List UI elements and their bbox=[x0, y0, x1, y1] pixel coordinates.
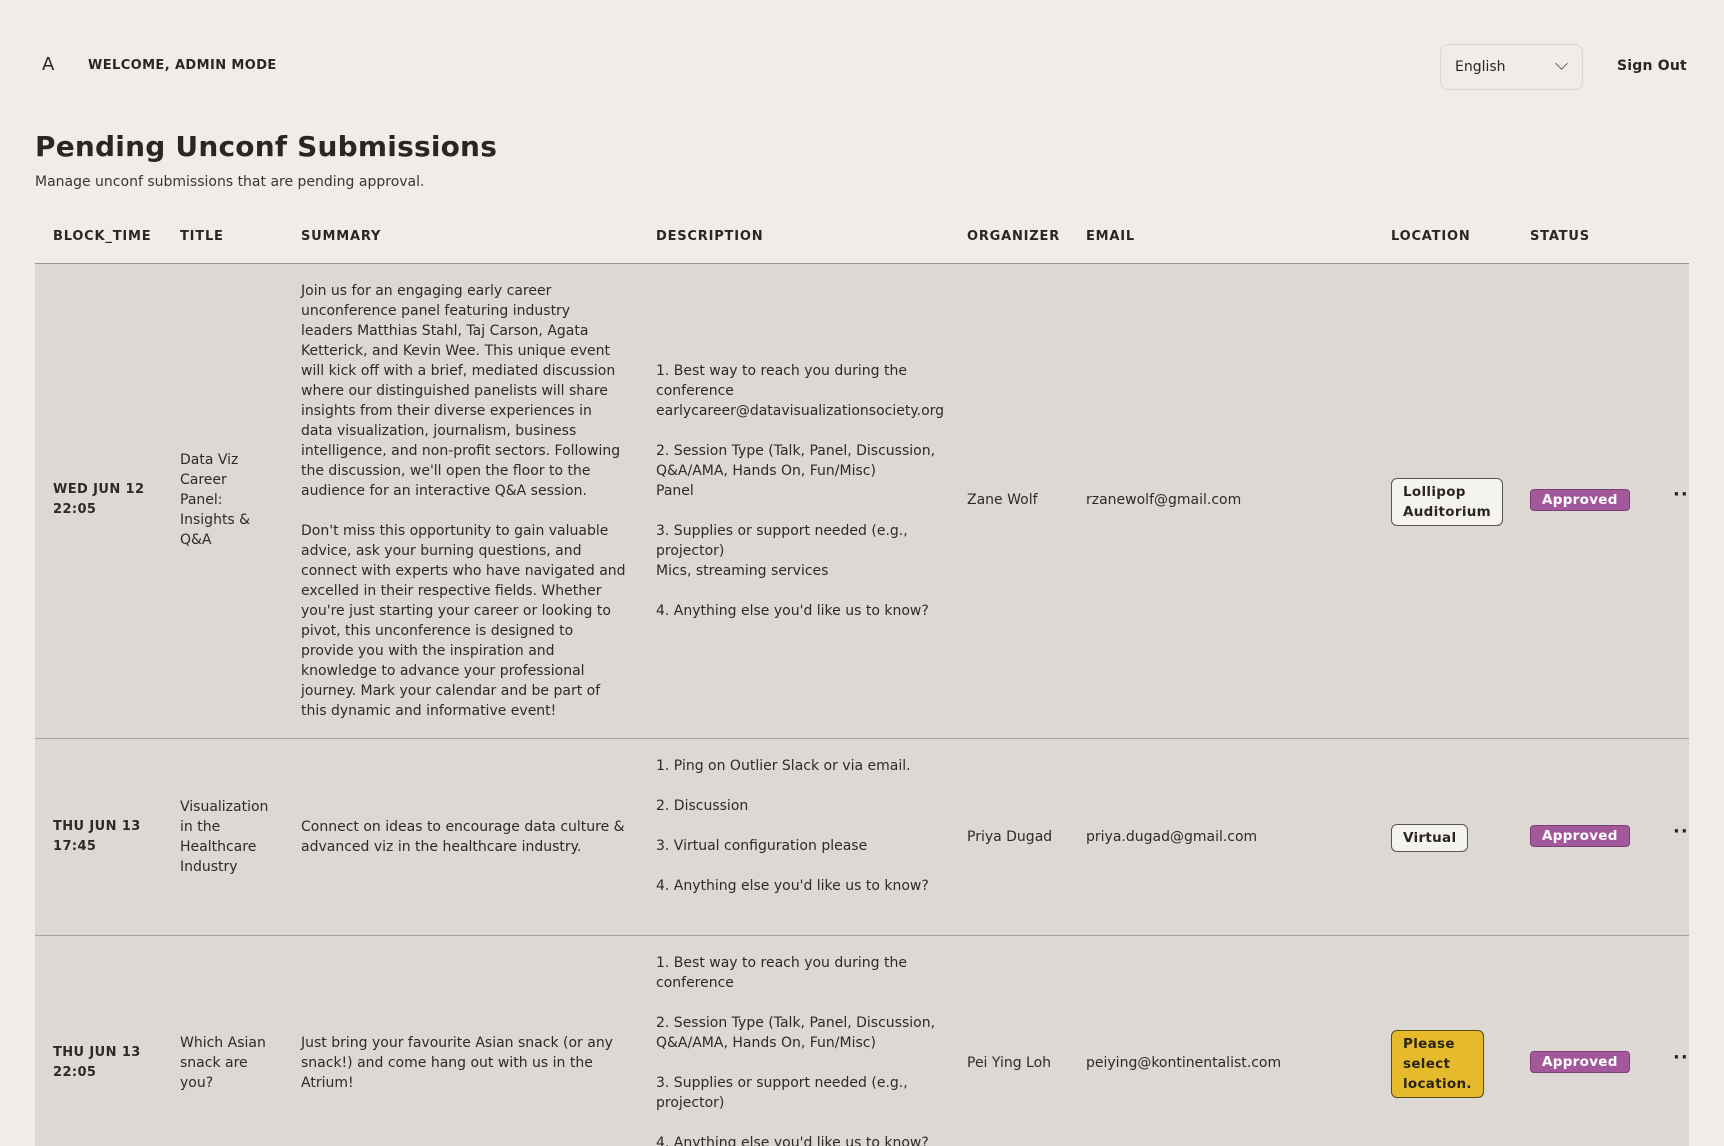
more-options-icon[interactable]: ··· bbox=[1673, 1047, 1689, 1068]
column-header-status[interactable]: STATUS bbox=[1530, 229, 1590, 244]
language-select-value: English bbox=[1455, 59, 1506, 75]
email-cell[interactable]: rzanewolf@gmail.com bbox=[1086, 490, 1241, 510]
block-time-cell: THU JUN 13 22:05 bbox=[53, 1045, 141, 1080]
description-cell: 1. Ping on Outlier Slack or via email. 2… bbox=[656, 758, 929, 894]
location-badge[interactable]: Please select location. bbox=[1391, 1030, 1484, 1098]
location-badge[interactable]: Lollipop Auditorium bbox=[1391, 478, 1504, 526]
column-header-email[interactable]: EMAIL bbox=[1086, 229, 1135, 244]
page-title: Pending Unconf Submissions bbox=[35, 130, 498, 163]
organizer-cell: Zane Wolf bbox=[967, 492, 1038, 508]
title-cell: Visualization in the Healthcare Industry bbox=[180, 799, 269, 875]
email-cell[interactable]: priya.dugad@gmail.com bbox=[1086, 827, 1257, 847]
chevron-down-icon bbox=[1555, 57, 1568, 70]
summary-cell: Just bring your favourite Asian snack (o… bbox=[301, 1035, 613, 1091]
organizer-cell: Priya Dugad bbox=[967, 829, 1053, 845]
table-row[interactable]: THU JUN 13 22:05 Which Asian snack are y… bbox=[35, 936, 1689, 1146]
column-header-summary[interactable]: SUMMARY bbox=[301, 229, 381, 244]
column-header-organizer[interactable]: ORGANIZER bbox=[967, 229, 1060, 244]
organizer-cell: Pei Ying Loh bbox=[967, 1055, 1052, 1071]
sign-out-button[interactable]: Sign Out bbox=[1617, 58, 1687, 74]
location-badge[interactable]: Virtual bbox=[1391, 824, 1469, 852]
status-badge[interactable]: Approved bbox=[1530, 489, 1630, 511]
title-cell: Data Viz Career Panel: Insights & Q&A bbox=[180, 452, 251, 548]
description-cell: 1. Best way to reach you during the conf… bbox=[656, 363, 945, 619]
column-header-block-time[interactable]: BLOCK_TIME bbox=[53, 229, 151, 244]
submissions-table: BLOCK_TIME TITLE SUMMARY DESCRIPTION ORG… bbox=[35, 214, 1689, 1146]
column-header-title[interactable]: TITLE bbox=[180, 229, 224, 244]
column-header-description[interactable]: DESCRIPTION bbox=[656, 229, 763, 244]
column-header-location[interactable]: LOCATION bbox=[1391, 229, 1471, 244]
block-time-cell: THU JUN 13 17:45 bbox=[53, 819, 141, 854]
title-cell: Which Asian snack are you? bbox=[180, 1035, 266, 1091]
block-time-cell: WED JUN 12 22:05 bbox=[53, 482, 145, 517]
top-bar: A WELCOME, ADMIN MODE English Sign Out bbox=[0, 0, 1724, 132]
more-options-icon[interactable]: ··· bbox=[1673, 484, 1689, 505]
email-cell[interactable]: peiying@kontinentalist.com bbox=[1086, 1053, 1281, 1073]
status-badge[interactable]: Approved bbox=[1530, 825, 1630, 847]
table-header: BLOCK_TIME TITLE SUMMARY DESCRIPTION ORG… bbox=[35, 214, 1689, 264]
more-options-icon[interactable]: ··· bbox=[1673, 821, 1689, 842]
language-select[interactable]: English bbox=[1440, 44, 1583, 90]
description-cell: 1. Best way to reach you during the conf… bbox=[656, 955, 936, 1146]
table-row[interactable]: WED JUN 12 22:05 Data Viz Career Panel: … bbox=[35, 264, 1689, 739]
status-badge[interactable]: Approved bbox=[1530, 1051, 1630, 1073]
summary-cell: Join us for an engaging early career unc… bbox=[301, 283, 626, 719]
page-subtitle: Manage unconf submissions that are pendi… bbox=[35, 174, 425, 190]
welcome-text: WELCOME, ADMIN MODE bbox=[88, 58, 277, 73]
logo[interactable]: A bbox=[42, 54, 54, 75]
summary-cell: Connect on ideas to encourage data cultu… bbox=[301, 819, 625, 855]
table-row[interactable]: THU JUN 13 17:45 Visualization in the He… bbox=[35, 739, 1689, 936]
